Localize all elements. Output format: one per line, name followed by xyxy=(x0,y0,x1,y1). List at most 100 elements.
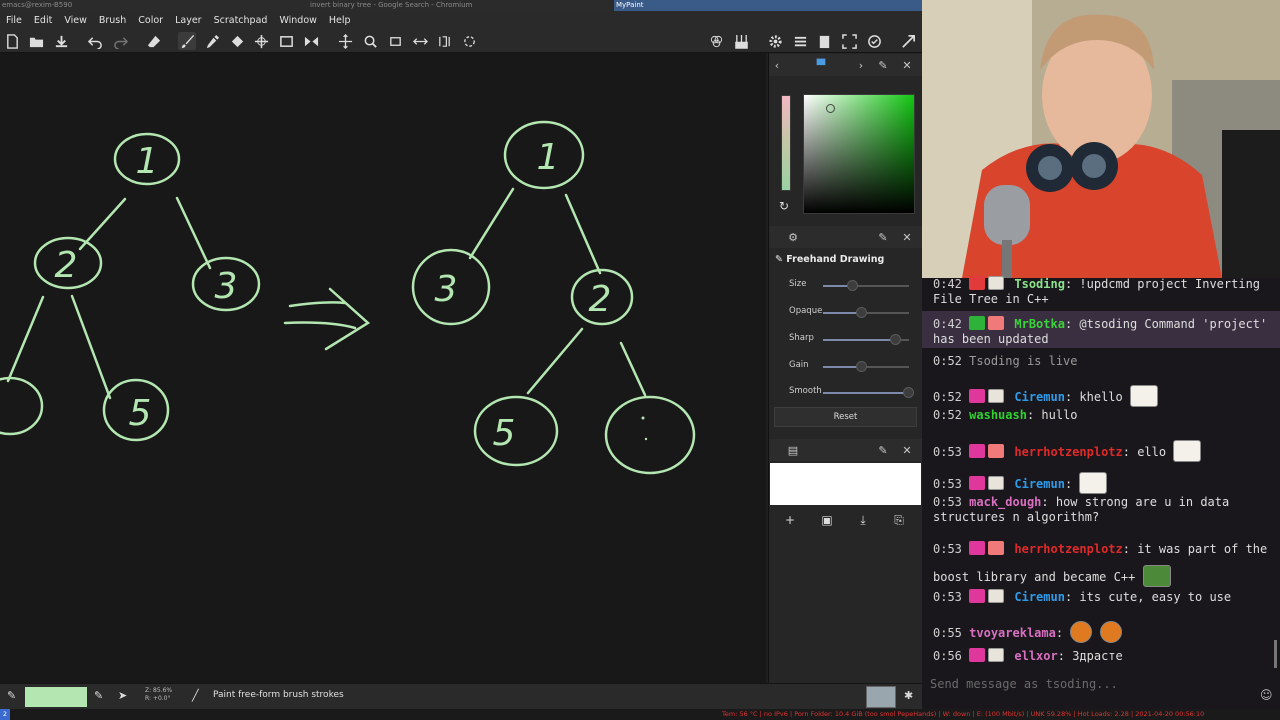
chat-input[interactable]: Send message as tsoding... xyxy=(922,674,1280,695)
workspace-indicator[interactable]: 2 xyxy=(0,709,10,720)
color-history-icon[interactable]: ↻ xyxy=(779,199,789,213)
flip-icon[interactable] xyxy=(411,32,429,50)
left-edge-1-3 xyxy=(175,196,212,270)
color-wheel-icon[interactable] xyxy=(707,32,725,50)
left-node-1-label: 1 xyxy=(136,141,159,182)
pick-brush-icon[interactable]: ➤ xyxy=(118,689,127,702)
chat-username[interactable]: herrhotzenplotz xyxy=(1014,542,1122,556)
add-layer-icon[interactable]: + xyxy=(781,511,799,529)
reset-view-icon[interactable] xyxy=(460,32,478,50)
window-tab-mypaint[interactable]: MyPaint xyxy=(614,0,922,11)
color-selector-handle[interactable] xyxy=(826,104,835,113)
new-file-icon[interactable] xyxy=(3,32,21,50)
chat-username[interactable]: washuash xyxy=(969,408,1027,422)
pin-icon[interactable]: ✎ xyxy=(875,57,891,73)
merge-down-icon[interactable]: ⤓ xyxy=(854,511,872,529)
arrow-head xyxy=(324,287,371,351)
fill-icon[interactable] xyxy=(228,32,246,50)
zoom-icon[interactable] xyxy=(361,32,379,50)
brush-settings-gear-icon[interactable]: ⚙ xyxy=(785,229,801,245)
slider-knob[interactable] xyxy=(890,334,902,345)
redo-icon[interactable] xyxy=(111,32,129,50)
symmetry-icon[interactable] xyxy=(302,32,320,50)
layer-properties-icon[interactable]: ▣ xyxy=(818,511,836,529)
slider-knob[interactable] xyxy=(855,361,867,372)
emoji-icon[interactable]: ☺ xyxy=(1260,688,1273,702)
close-panel-icon[interactable]: ✕ xyxy=(899,57,915,73)
layer-export-icon[interactable]: ⎘ xyxy=(890,511,908,529)
right-dock: ‹ ▀ › ✎ ✕ ↻ ⚙ ✎ ✕ ✎ Freehand Drawing Siz… xyxy=(768,53,923,683)
brush-status-icon[interactable]: ✎ xyxy=(7,689,16,702)
left-node-5-label: 5 xyxy=(129,393,152,434)
tab-prev-icon[interactable]: ‹ xyxy=(769,57,785,73)
sub-badge-icon xyxy=(969,476,986,490)
close-panel-icon[interactable]: ✕ xyxy=(899,442,915,458)
system-stats: Tem: 56 °C | no IPv6 | Porn Folder: 10.4… xyxy=(722,710,1205,718)
clipboard-icon[interactable] xyxy=(815,32,833,50)
chat-username[interactable]: Ciremun xyxy=(1014,590,1065,604)
menu-list-icon[interactable] xyxy=(791,32,809,50)
chat-scrollbar[interactable] xyxy=(1274,640,1277,668)
color-saturation-square[interactable] xyxy=(803,94,915,214)
rotate-icon[interactable] xyxy=(386,32,404,50)
current-color-swatch[interactable] xyxy=(25,687,87,707)
brush-thumbnail[interactable] xyxy=(866,686,896,708)
chat-username[interactable]: Ciremun xyxy=(1014,477,1065,491)
tab-next-icon[interactable]: › xyxy=(853,57,869,73)
reset-button[interactable]: Reset xyxy=(774,407,917,427)
chat-username[interactable]: tvoyareklama xyxy=(969,626,1056,640)
pan-icon[interactable] xyxy=(336,32,354,50)
clock-icon[interactable] xyxy=(865,32,883,50)
pin-icon[interactable]: ✎ xyxy=(875,442,891,458)
chat-message: 0:53 Ciremun: xyxy=(933,472,1269,494)
emote-icon xyxy=(1173,440,1202,462)
hue-slider[interactable] xyxy=(781,95,791,191)
undo-icon[interactable] xyxy=(86,32,104,50)
close-panel-icon[interactable]: ✕ xyxy=(899,229,915,245)
chat-username[interactable]: Ciremun xyxy=(1014,390,1065,404)
layers-tab-icon[interactable]: ▤ xyxy=(785,442,801,458)
color-picker-icon[interactable] xyxy=(203,32,221,50)
drawing-canvas[interactable]: 1 2 3 5 1 3 2 5 xyxy=(0,53,766,683)
brushes-icon[interactable] xyxy=(732,32,750,50)
chat-username[interactable]: Tsoding xyxy=(1014,277,1065,291)
menu-color[interactable]: Color xyxy=(138,15,163,26)
fullscreen-icon[interactable] xyxy=(840,32,858,50)
chat-username[interactable]: herrhotzenplotz xyxy=(1014,445,1122,459)
move-layer-icon[interactable] xyxy=(252,32,270,50)
menu-layer[interactable]: Layer xyxy=(175,15,202,26)
window-tab-emacs[interactable]: emacs@rexim-B590 xyxy=(2,0,72,11)
emote-icon xyxy=(1079,472,1108,494)
menu-view[interactable]: View xyxy=(64,15,87,26)
chat-username[interactable]: MrBotka xyxy=(1014,317,1065,331)
frame-icon[interactable] xyxy=(277,32,295,50)
chat-username[interactable]: ellxor xyxy=(1014,649,1057,663)
open-file-icon[interactable] xyxy=(27,32,45,50)
slider-knob[interactable] xyxy=(855,307,867,318)
menu-window[interactable]: Window xyxy=(279,15,316,26)
color-tab-icon[interactable]: ▀ xyxy=(813,57,829,73)
window-tab-chromium[interactable]: invert binary tree - Google Search - Chr… xyxy=(310,0,472,11)
save-file-icon[interactable] xyxy=(52,32,70,50)
menu-file[interactable]: File xyxy=(6,15,22,26)
menu-brush[interactable]: Brush xyxy=(99,15,126,26)
user-badge-icon xyxy=(988,648,1005,662)
right-node-2-label: 2 xyxy=(589,279,612,320)
slider-knob[interactable] xyxy=(903,387,914,398)
chat-username[interactable]: mack_dough xyxy=(969,495,1041,509)
menu-help[interactable]: Help xyxy=(329,15,351,26)
settings-icon[interactable]: ✱ xyxy=(904,689,913,702)
menu-scratchpad[interactable]: Scratchpad xyxy=(214,15,268,26)
pencil-icon: ✎ xyxy=(775,254,787,265)
eraser-icon[interactable] xyxy=(145,32,163,50)
brush-icon[interactable] xyxy=(178,32,196,50)
fit-view-icon[interactable] xyxy=(435,32,453,50)
pin-icon[interactable]: ✎ xyxy=(875,229,891,245)
layer-preview[interactable] xyxy=(770,463,921,505)
right-node-empty xyxy=(604,395,696,475)
settings-gear-icon[interactable] xyxy=(766,32,784,50)
expand-icon[interactable] xyxy=(899,32,917,50)
slider-knob[interactable] xyxy=(847,280,859,291)
menu-edit[interactable]: Edit xyxy=(34,15,52,26)
brush-edit-icon[interactable]: ✎ xyxy=(94,689,103,702)
